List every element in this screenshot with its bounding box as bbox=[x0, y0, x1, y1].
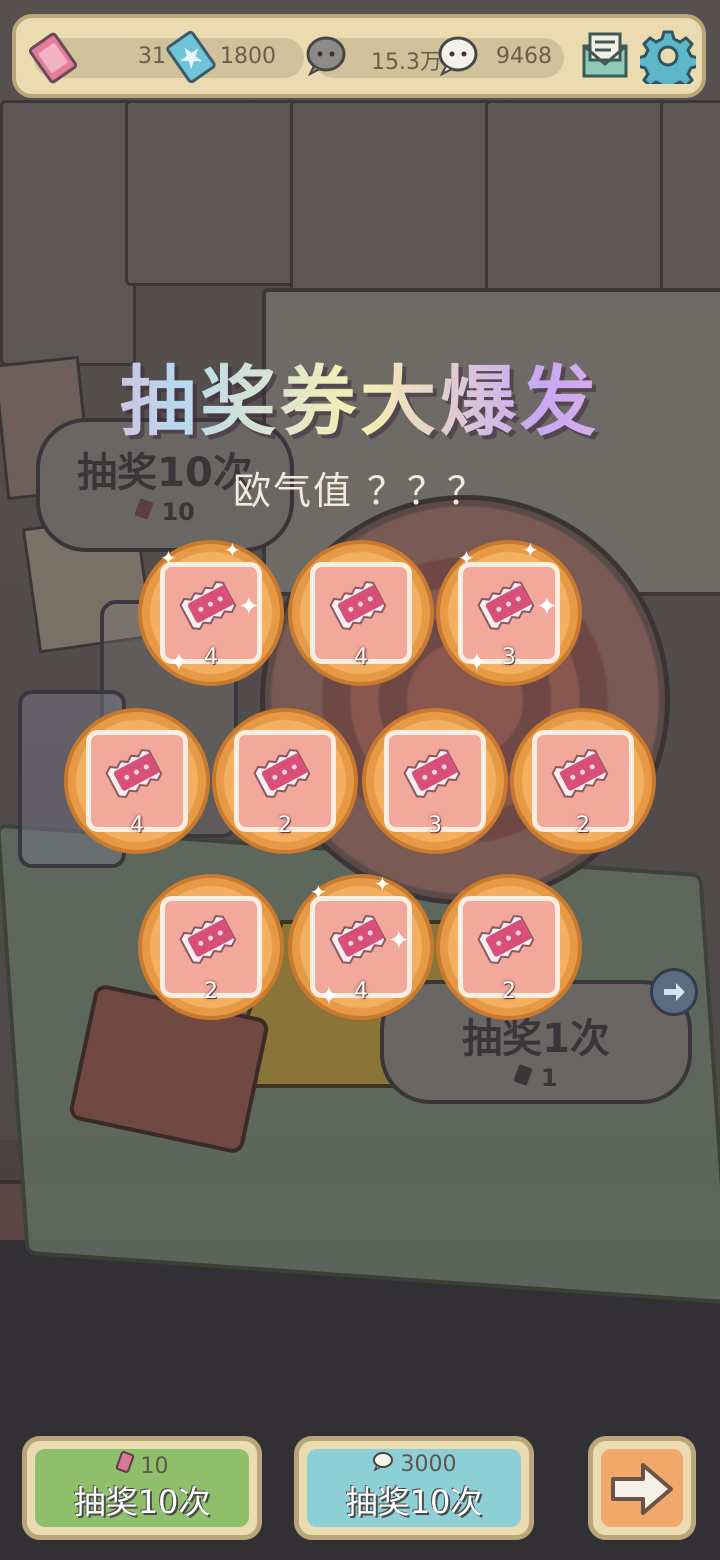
sparkle-icon: ✦ bbox=[374, 872, 391, 896]
bubble-draw10-button[interactable]: 3000 抽奖10次 bbox=[294, 1436, 534, 1540]
sparkle-icon: ✦ bbox=[168, 648, 190, 678]
bubble-draw10-label: 抽奖10次 bbox=[345, 1483, 483, 1521]
luck-value: 欧气值 ？？？ bbox=[232, 469, 488, 513]
reward-count: 2 bbox=[278, 813, 292, 838]
reward-item: 3 bbox=[362, 708, 508, 854]
ticket-icon bbox=[246, 741, 324, 809]
ticket-icon bbox=[115, 1451, 134, 1473]
ticket-icon bbox=[544, 741, 622, 809]
sparkle-icon: ✦ bbox=[458, 546, 475, 570]
reward-count: 4 bbox=[354, 979, 368, 1004]
arrow-right-icon bbox=[611, 1463, 673, 1515]
ticket-count: 31 bbox=[138, 44, 166, 69]
next-button[interactable] bbox=[588, 1436, 696, 1540]
background-draw1-cost: 1 bbox=[384, 1064, 688, 1092]
reward-item: 2 bbox=[138, 874, 284, 1020]
reward-count: 2 bbox=[204, 979, 218, 1004]
reward-item: 4 ✦ ✦ ✦ ✦ bbox=[138, 538, 284, 686]
sparkle-icon: ✦ bbox=[224, 538, 241, 562]
gray-bubble-count: 15.3万 bbox=[371, 50, 442, 75]
resource-bar: 31 1800 15.3万 9468 bbox=[12, 14, 706, 98]
sparkle-icon: ✦ bbox=[388, 926, 410, 956]
reward-item: 4 bbox=[288, 540, 434, 686]
background-draw1-cost-value: 1 bbox=[540, 1064, 558, 1092]
ticket-draw10-cost: 10 bbox=[27, 1451, 257, 1479]
wall-plank bbox=[660, 100, 720, 296]
wall-plank bbox=[0, 100, 136, 366]
ticket-icon bbox=[470, 907, 548, 975]
ticket-icon bbox=[28, 32, 78, 84]
wall-plank bbox=[485, 100, 671, 296]
bubble-draw10-cost-value: 3000 bbox=[400, 1452, 457, 1477]
sparkle-icon: ✦ bbox=[310, 880, 327, 904]
star-ticket-count: 1800 bbox=[220, 44, 276, 69]
reward-item: 4 ✦ ✦ ✦ ✦ bbox=[288, 872, 434, 1020]
ticket-icon bbox=[396, 741, 474, 809]
ticket-draw10-label: 抽奖10次 bbox=[73, 1483, 211, 1521]
reward-count: 3 bbox=[502, 645, 516, 670]
bubble-draw10-cost: 3000 bbox=[299, 1451, 529, 1477]
reward-count: 3 bbox=[428, 813, 442, 838]
ticket-icon bbox=[172, 907, 250, 975]
sparkle-icon: ✦ bbox=[522, 538, 539, 562]
sparkle-icon: ✦ bbox=[536, 592, 558, 622]
reward-item: 2 bbox=[510, 708, 656, 854]
wall-plank bbox=[125, 100, 301, 286]
reward-count: 2 bbox=[576, 813, 590, 838]
reward-item: 4 bbox=[64, 708, 210, 854]
page-title: 抽奖券大爆发 bbox=[0, 340, 720, 450]
mail-icon[interactable] bbox=[578, 28, 632, 84]
sparkle-icon: ✦ bbox=[160, 546, 177, 570]
reward-count: 2 bbox=[502, 979, 516, 1004]
gray-bubble-icon bbox=[306, 36, 346, 77]
reward-item: 2 bbox=[212, 708, 358, 854]
reward-count: 4 bbox=[130, 813, 144, 838]
reward-item: 2 bbox=[436, 874, 582, 1020]
sparkle-icon: ✦ bbox=[318, 982, 340, 1012]
ticket-draw10-cost-value: 10 bbox=[140, 1454, 169, 1479]
arrow-circle-icon bbox=[650, 968, 698, 1016]
sparkle-icon: ✦ bbox=[238, 592, 260, 622]
reward-count: 4 bbox=[354, 645, 368, 670]
reward-count: 4 bbox=[204, 645, 218, 670]
ticket-icon bbox=[322, 573, 400, 641]
sparkle-icon: ✦ bbox=[466, 648, 488, 678]
reward-item: 3 ✦ ✦ ✦ ✦ bbox=[436, 538, 582, 686]
white-bubble-count: 9468 bbox=[496, 44, 552, 69]
gear-icon[interactable] bbox=[640, 28, 696, 84]
wall-plank bbox=[290, 100, 496, 296]
ticket-icon bbox=[98, 741, 176, 809]
ticket-icon bbox=[514, 1064, 533, 1086]
white-bubble-icon bbox=[438, 36, 478, 77]
white-bubble-icon bbox=[372, 1452, 393, 1472]
star-ticket-icon bbox=[166, 30, 216, 84]
ticket-draw10-button[interactable]: 10 抽奖10次 bbox=[22, 1436, 262, 1540]
